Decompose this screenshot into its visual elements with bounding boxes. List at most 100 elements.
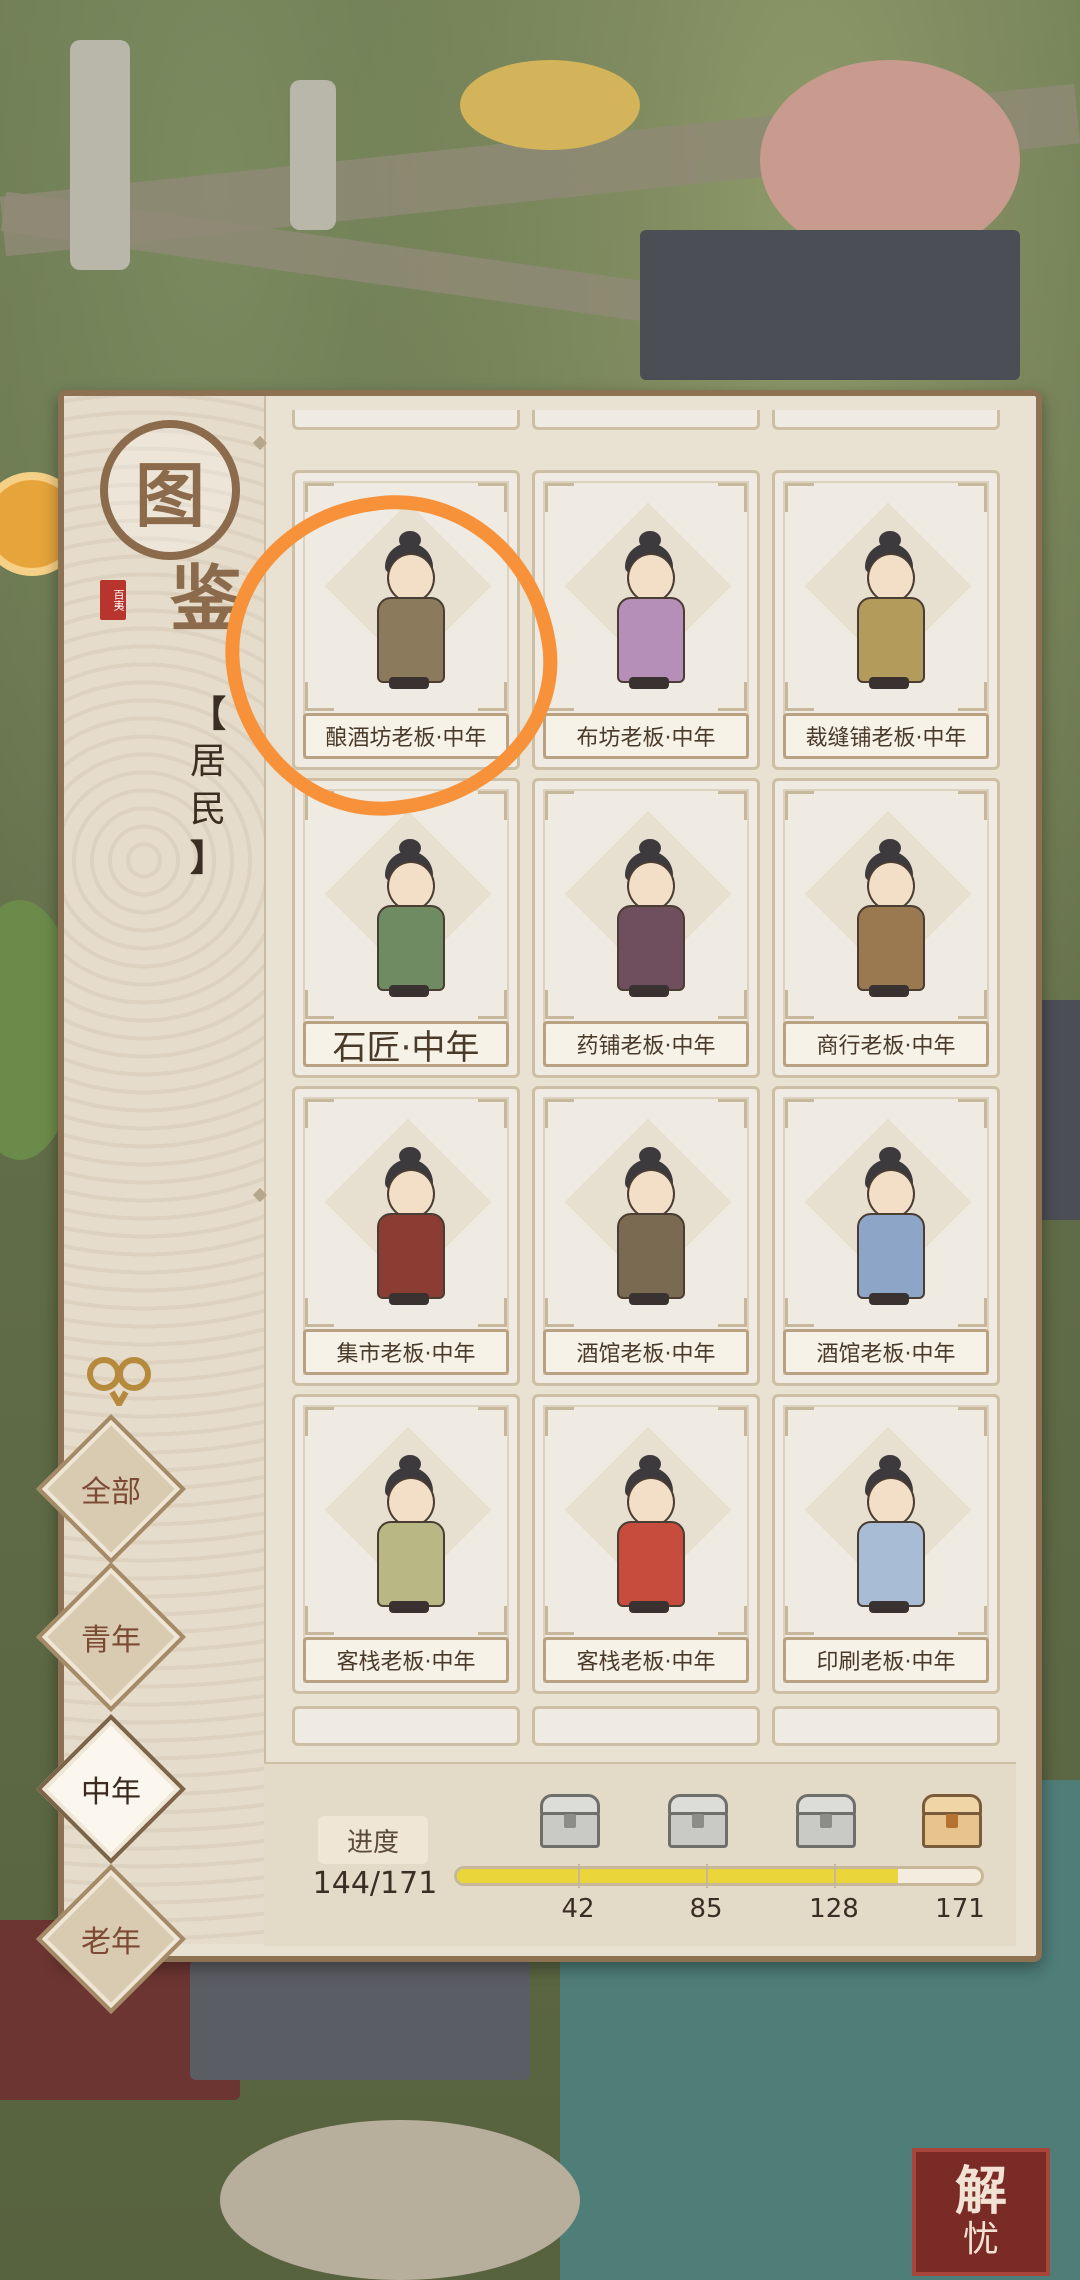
filter-youth[interactable]: 青年 bbox=[36, 1562, 186, 1712]
resident-card[interactable]: 布坊老板·中年 bbox=[532, 470, 760, 770]
card-corner bbox=[718, 1407, 747, 1436]
filter-middle-age[interactable]: 中年 bbox=[36, 1714, 186, 1864]
card-corner bbox=[958, 791, 987, 820]
card-corner bbox=[958, 682, 987, 711]
resident-card[interactable]: 集市老板·中年 bbox=[292, 1086, 520, 1386]
resident-card[interactable]: 客栈老板·中年 bbox=[532, 1394, 760, 1694]
card-corner bbox=[478, 990, 507, 1019]
resident-card[interactable]: 客栈老板·中年 bbox=[292, 1394, 520, 1694]
resident-card[interactable]: 商行老板·中年 bbox=[772, 778, 1000, 1078]
card-corner bbox=[305, 990, 334, 1019]
filter-all-label: 全部 bbox=[81, 1475, 141, 1510]
resident-card-partial bbox=[292, 1706, 520, 1746]
reward-chest-85-icon[interactable] bbox=[662, 1788, 734, 1850]
resident-name: 石匠·中年 bbox=[303, 1021, 509, 1068]
knot-ornament-icon bbox=[87, 1357, 151, 1406]
card-corner bbox=[478, 483, 507, 512]
card-corner bbox=[958, 990, 987, 1019]
milestone-label: 171 bbox=[935, 1894, 985, 1924]
card-corner bbox=[718, 791, 747, 820]
resident-card-partial bbox=[772, 1706, 1000, 1746]
resident-card[interactable]: 裁缝铺老板·中年 bbox=[772, 470, 1000, 770]
resident-card-partial bbox=[532, 410, 760, 430]
resident-name: 印刷老板·中年 bbox=[783, 1637, 989, 1683]
resident-portrait bbox=[599, 1455, 699, 1623]
resident-name: 布坊老板·中年 bbox=[543, 713, 749, 759]
jie-you-sub-char: 忧 bbox=[962, 2219, 999, 2260]
card-corner bbox=[785, 483, 814, 512]
resident-portrait bbox=[839, 531, 939, 699]
filter-all[interactable]: 全部 bbox=[36, 1414, 186, 1564]
reward-chest-128-icon[interactable] bbox=[790, 1788, 862, 1850]
card-corner bbox=[718, 1606, 747, 1635]
resident-name: 药铺老板·中年 bbox=[543, 1021, 749, 1067]
card-corner bbox=[478, 1099, 507, 1128]
card-corner bbox=[785, 1298, 814, 1327]
card-corner bbox=[545, 1099, 574, 1128]
red-seal-chop: 百夷 bbox=[100, 580, 126, 620]
filter-elder-label: 老年 bbox=[81, 1925, 141, 1960]
card-corner bbox=[958, 1407, 987, 1436]
codex-title-char1: 图 bbox=[135, 453, 205, 537]
scroll-ornament-mid-icon bbox=[254, 1184, 268, 1214]
jie-you-button[interactable]: 解 忧 bbox=[912, 2148, 1050, 2276]
card-corner bbox=[718, 990, 747, 1019]
progress-bar bbox=[454, 1866, 984, 1886]
filter-elder[interactable]: 老年 bbox=[36, 1864, 186, 2014]
resident-portrait bbox=[599, 1147, 699, 1315]
card-corner bbox=[478, 1298, 507, 1327]
resident-name: 商行老板·中年 bbox=[783, 1021, 989, 1067]
progress-label: 进度 bbox=[318, 1816, 428, 1864]
resident-name: 酒馆老板·中年 bbox=[783, 1329, 989, 1375]
card-corner bbox=[478, 791, 507, 820]
scroll-ornament-top-icon bbox=[254, 432, 268, 462]
card-corner bbox=[785, 791, 814, 820]
resident-portrait bbox=[599, 839, 699, 1007]
card-corner bbox=[958, 1606, 987, 1635]
card-corner bbox=[478, 1606, 507, 1635]
jie-you-main-char: 解 bbox=[954, 2161, 1007, 2222]
resident-card-partial bbox=[292, 410, 520, 430]
resident-card[interactable]: 酒馆老板·中年 bbox=[772, 1086, 1000, 1386]
card-corner bbox=[958, 1298, 987, 1327]
milestone-label: 85 bbox=[689, 1894, 723, 1924]
resident-portrait bbox=[359, 839, 459, 1007]
card-corner bbox=[545, 1298, 574, 1327]
card-corner bbox=[545, 483, 574, 512]
card-corner bbox=[785, 1407, 814, 1436]
card-corner bbox=[785, 1099, 814, 1128]
category-label: 【 居民 】 bbox=[186, 690, 230, 882]
reward-chest-171-icon[interactable] bbox=[916, 1788, 988, 1850]
progress-bar-fill bbox=[457, 1869, 899, 1883]
resident-portrait bbox=[359, 1147, 459, 1315]
milestone-label: 42 bbox=[561, 1894, 595, 1924]
card-corner bbox=[305, 1298, 334, 1327]
resident-card[interactable]: 印刷老板·中年 bbox=[772, 1394, 1000, 1694]
resident-card[interactable]: 药铺老板·中年 bbox=[532, 778, 760, 1078]
resident-portrait bbox=[839, 1455, 939, 1623]
card-corner bbox=[305, 1606, 334, 1635]
reward-chest-42-icon[interactable] bbox=[534, 1788, 606, 1850]
resident-name: 客栈老板·中年 bbox=[543, 1637, 749, 1683]
card-corner bbox=[785, 990, 814, 1019]
milestone-label: 128 bbox=[809, 1894, 859, 1924]
card-corner bbox=[785, 682, 814, 711]
card-corner bbox=[305, 1099, 334, 1128]
filter-youth-label: 青年 bbox=[81, 1623, 141, 1658]
resident-name: 客栈老板·中年 bbox=[303, 1637, 509, 1683]
resident-name: 酒馆老板·中年 bbox=[543, 1329, 749, 1375]
card-corner bbox=[718, 1298, 747, 1327]
card-corner bbox=[478, 1407, 507, 1436]
card-corner bbox=[958, 483, 987, 512]
resident-card[interactable]: 酒馆老板·中年 bbox=[532, 1086, 760, 1386]
card-corner bbox=[718, 682, 747, 711]
card-corner bbox=[545, 1606, 574, 1635]
progress-count: 144/171 bbox=[312, 1866, 438, 1901]
filter-middle-age-label: 中年 bbox=[81, 1775, 141, 1810]
resident-card[interactable]: 石匠·中年 bbox=[292, 778, 520, 1078]
resident-card-partial bbox=[772, 410, 1000, 430]
resident-name: 裁缝铺老板·中年 bbox=[783, 713, 989, 759]
progress-tick bbox=[834, 1864, 836, 1888]
resident-name: 集市老板·中年 bbox=[303, 1329, 509, 1375]
progress-tick bbox=[706, 1864, 708, 1888]
